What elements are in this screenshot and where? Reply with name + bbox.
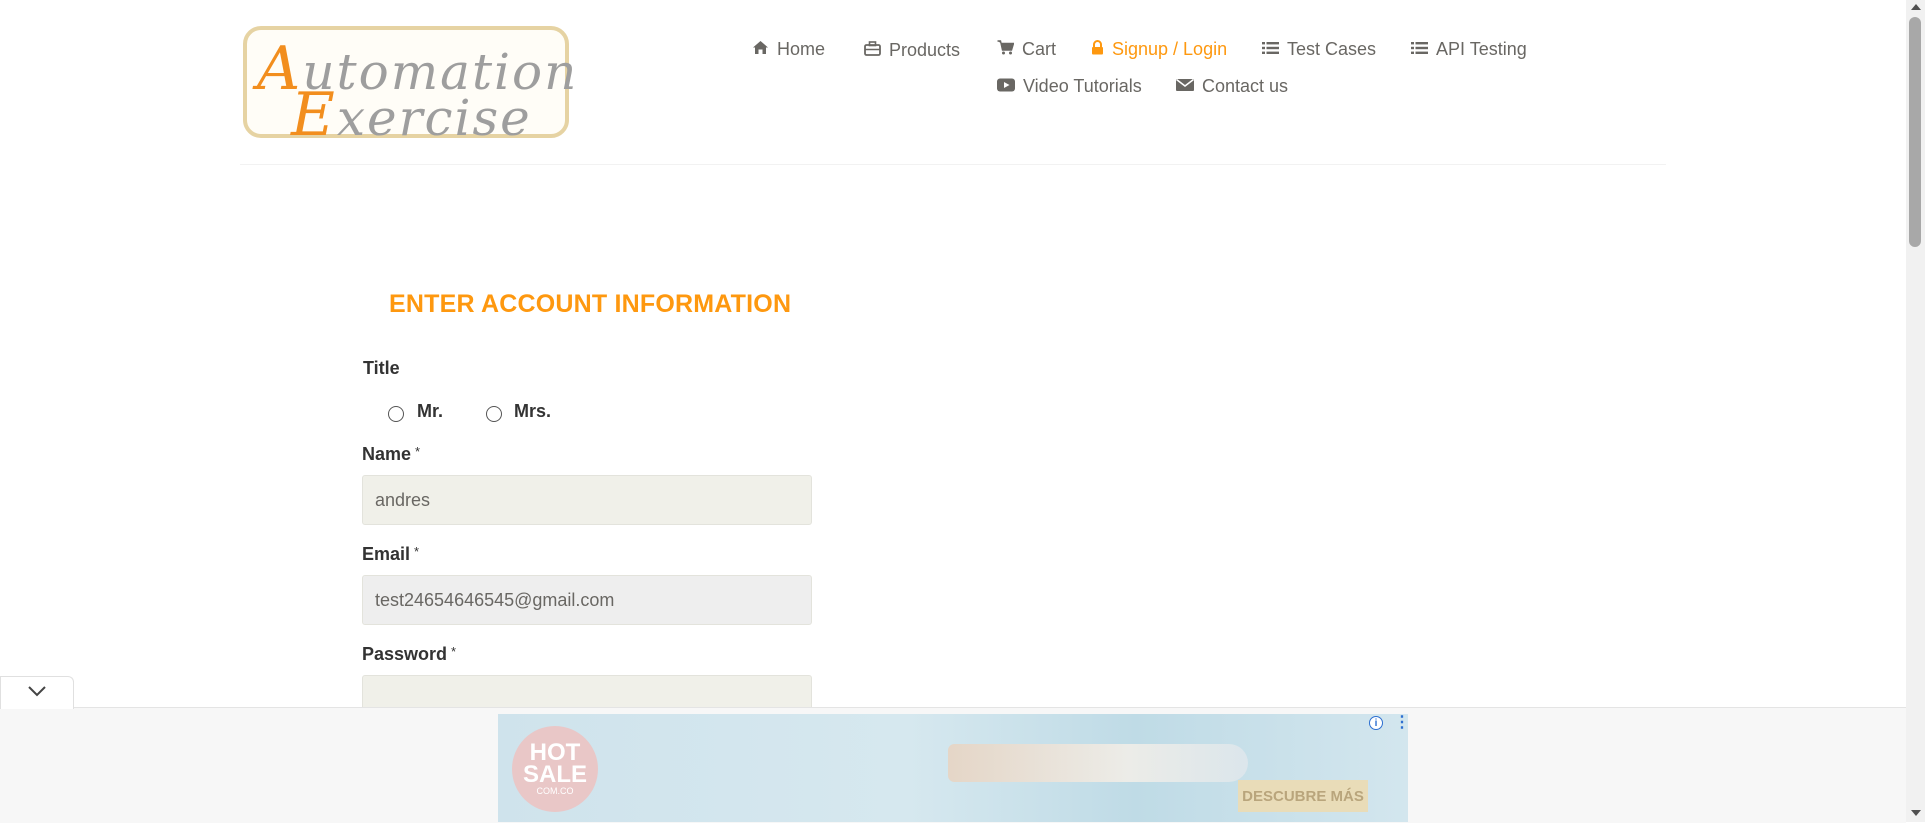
ad-cta-button[interactable]: DESCUBRE MÁS [1238, 780, 1368, 812]
nav-cart[interactable]: Cart [997, 39, 1056, 60]
cart-icon [997, 40, 1015, 59]
nav-cart-label: Cart [1022, 39, 1057, 59]
name-field[interactable] [362, 475, 812, 525]
site-logo[interactable]: Automation Exercise [243, 26, 576, 150]
password-label: Password * [362, 644, 456, 665]
youtube-play-icon [997, 78, 1015, 96]
scroll-down-arrow-icon[interactable] [1911, 810, 1921, 816]
title-label: Title [363, 358, 400, 378]
ad-ship-image [948, 744, 1248, 782]
required-marker: * [451, 644, 457, 659]
nav-api-testing-label: API Testing [1436, 39, 1527, 59]
ad-info-icon[interactable]: i [1369, 716, 1383, 730]
header-divider [240, 164, 1666, 165]
password-label-text: Password [362, 644, 448, 664]
home-icon [752, 40, 769, 59]
nav-test-cases-label: Test Cases [1287, 39, 1377, 59]
nav-products-label: Products [889, 40, 961, 60]
nav-video-tutorials-label: Video Tutorials [1023, 76, 1142, 96]
nav-signup-login[interactable]: Signup / Login [1091, 39, 1227, 60]
scroll-up-arrow-icon[interactable] [1911, 4, 1921, 10]
nav-signup-login-label: Signup / Login [1112, 39, 1228, 59]
nav-api-testing[interactable]: API Testing [1411, 39, 1527, 60]
required-marker: * [415, 444, 421, 459]
nav-home-label: Home [777, 39, 826, 59]
ad-collapse-toggle[interactable] [0, 676, 74, 709]
radio-mr-label[interactable]: Mr. [417, 401, 443, 422]
required-marker: * [414, 544, 420, 559]
nav-test-cases[interactable]: Test Cases [1262, 39, 1376, 60]
radio-mr[interactable] [388, 406, 404, 422]
chevron-down-icon [27, 684, 47, 702]
nav-contact-us[interactable]: Contact us [1176, 76, 1288, 97]
email-field[interactable] [362, 575, 812, 625]
name-label-text: Name [362, 444, 412, 464]
list-icon [1262, 41, 1279, 59]
email-label: Email * [362, 544, 419, 565]
nav-home[interactable]: Home [752, 39, 825, 60]
nav-video-tutorials[interactable]: Video Tutorials [997, 76, 1142, 97]
nav-products[interactable]: Products [864, 40, 960, 61]
radio-mrs[interactable] [486, 406, 502, 422]
envelope-icon [1176, 78, 1194, 96]
list-icon [1411, 41, 1428, 59]
ad-menu-icon[interactable]: ⋮ [1394, 715, 1410, 731]
briefcase-icon [864, 41, 881, 60]
radio-mrs-label[interactable]: Mrs. [514, 401, 551, 422]
ad-banner[interactable]: HOT SALE COM.CO DESCUBRE MÁS [498, 714, 1408, 822]
ad-logo-sub: COM.CO [536, 786, 574, 796]
nav-contact-us-label: Contact us [1202, 76, 1289, 96]
scrollbar-thumb[interactable] [1909, 17, 1921, 247]
name-label: Name * [362, 444, 420, 465]
ad-logo-line2: SALE [522, 761, 587, 788]
email-label-text: Email [362, 544, 411, 564]
logo-line-2: Exercise [291, 80, 532, 150]
lock-icon [1091, 40, 1104, 59]
ad-logo: HOT SALE COM.CO [512, 726, 598, 812]
form-title: ENTER ACCOUNT INFORMATION [389, 290, 792, 318]
